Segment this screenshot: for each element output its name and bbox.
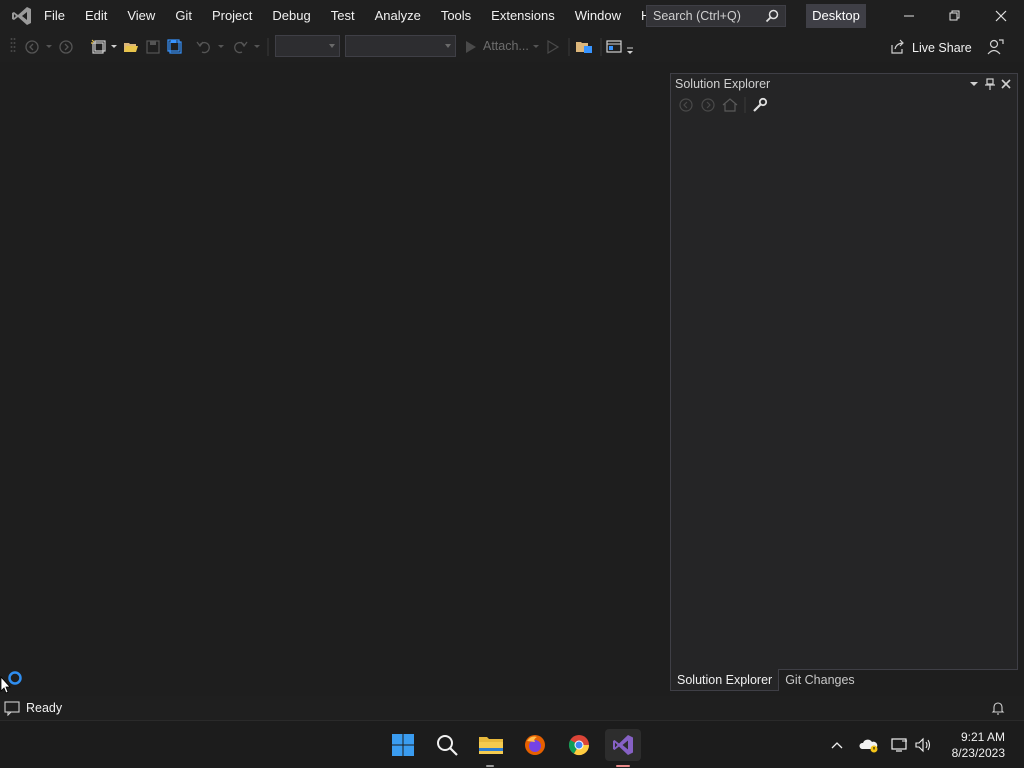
taskbar: 9:21 AM 8/23/2023 bbox=[0, 720, 1024, 768]
back-icon[interactable] bbox=[677, 96, 695, 119]
firefox-icon[interactable] bbox=[519, 729, 551, 761]
system-clock[interactable]: 9:21 AM 8/23/2023 bbox=[952, 729, 1005, 761]
minimize-icon[interactable] bbox=[886, 0, 932, 32]
back-navigate-icon[interactable] bbox=[22, 38, 42, 56]
chevron-down-icon bbox=[329, 44, 335, 48]
start-without-debugging-icon[interactable] bbox=[544, 38, 562, 56]
save-icon[interactable] bbox=[143, 38, 163, 56]
attach-dropdown-icon[interactable] bbox=[531, 38, 541, 56]
menu-debug[interactable]: Debug bbox=[262, 0, 320, 32]
forward-navigate-icon[interactable] bbox=[56, 38, 76, 56]
volume-icon[interactable] bbox=[914, 735, 934, 755]
menu-bar: File Edit View Git Project Debug Test An… bbox=[44, 0, 678, 32]
menu-edit[interactable]: Edit bbox=[75, 0, 117, 32]
taskbar-search-icon[interactable] bbox=[431, 729, 463, 761]
chevron-down-icon bbox=[445, 44, 451, 48]
feedback-person-icon[interactable] bbox=[986, 38, 1006, 56]
close-icon[interactable] bbox=[978, 0, 1024, 32]
desktop-badge[interactable]: Desktop bbox=[806, 4, 866, 28]
properties-wrench-icon[interactable] bbox=[751, 96, 769, 119]
tab-git-changes[interactable]: Git Changes bbox=[779, 669, 860, 691]
notifications-bell-icon[interactable] bbox=[990, 700, 1006, 716]
output-window-icon[interactable] bbox=[4, 700, 20, 716]
toolbar-separator bbox=[743, 96, 747, 119]
show-hidden-icons-chevron-icon[interactable] bbox=[827, 735, 847, 755]
toolbar-separator bbox=[568, 38, 570, 56]
clock-time: 9:21 AM bbox=[960, 730, 1005, 744]
menu-file[interactable]: File bbox=[44, 0, 75, 32]
new-project-dropdown-icon[interactable] bbox=[109, 38, 119, 56]
solution-explorer-panel: Solution Explorer bbox=[670, 73, 1018, 670]
menu-extensions[interactable]: Extensions bbox=[481, 0, 565, 32]
mouse-cursor-icon bbox=[0, 675, 12, 694]
solution-configuration-dropdown[interactable] bbox=[275, 35, 340, 57]
pin-icon[interactable] bbox=[983, 77, 997, 91]
share-icon bbox=[890, 39, 906, 58]
editor-area[interactable] bbox=[0, 62, 668, 696]
status-bar: Ready bbox=[0, 696, 1024, 720]
visual-studio-logo-icon bbox=[0, 0, 44, 32]
windows-start-icon[interactable] bbox=[387, 729, 419, 761]
menu-analyze[interactable]: Analyze bbox=[365, 0, 431, 32]
chrome-icon[interactable] bbox=[563, 729, 595, 761]
file-explorer-icon[interactable] bbox=[475, 729, 507, 761]
redo-icon[interactable] bbox=[230, 38, 250, 56]
onedrive-warning-icon[interactable] bbox=[859, 735, 879, 755]
forward-icon[interactable] bbox=[699, 96, 717, 119]
solution-explorer-header: Solution Explorer bbox=[671, 74, 1017, 94]
visual-studio-taskbar-icon[interactable] bbox=[605, 729, 641, 761]
open-folder-in-explorer-icon[interactable] bbox=[574, 38, 594, 56]
menu-view[interactable]: View bbox=[117, 0, 165, 32]
running-indicator bbox=[486, 765, 494, 767]
tool-window-tabs: Solution Explorer Git Changes bbox=[670, 669, 861, 691]
redo-dropdown-icon[interactable] bbox=[252, 38, 262, 56]
menu-git[interactable]: Git bbox=[165, 0, 202, 32]
title-bar: File Edit View Git Project Debug Test An… bbox=[0, 0, 1024, 32]
menu-tools[interactable]: Tools bbox=[431, 0, 481, 32]
save-all-icon[interactable] bbox=[165, 38, 185, 56]
attach-button-label[interactable]: Attach... bbox=[483, 39, 529, 53]
solution-platform-dropdown[interactable] bbox=[345, 35, 456, 57]
toolbar-separator bbox=[600, 38, 602, 56]
new-project-icon[interactable] bbox=[88, 38, 108, 56]
network-icon[interactable] bbox=[890, 735, 910, 755]
search-icon[interactable] bbox=[765, 9, 779, 26]
restore-icon[interactable] bbox=[932, 0, 978, 32]
tab-solution-explorer[interactable]: Solution Explorer bbox=[670, 669, 780, 691]
toolbar-separator bbox=[267, 38, 269, 56]
menu-test[interactable]: Test bbox=[321, 0, 365, 32]
start-debug-icon[interactable] bbox=[463, 38, 479, 56]
open-folder-icon[interactable] bbox=[121, 38, 141, 56]
undo-dropdown-icon[interactable] bbox=[216, 38, 226, 56]
status-text: Ready bbox=[26, 701, 63, 715]
live-share-label: Live Share bbox=[912, 41, 972, 55]
toolbar-overflow-icon[interactable] bbox=[625, 42, 635, 60]
search-input[interactable]: Search (Ctrl+Q) bbox=[646, 5, 786, 27]
window-layout-icon[interactable] bbox=[605, 38, 623, 56]
solution-explorer-title: Solution Explorer bbox=[675, 77, 771, 91]
menu-window[interactable]: Window bbox=[565, 0, 631, 32]
live-share-button[interactable]: Live Share bbox=[890, 38, 972, 58]
solution-explorer-toolbar bbox=[671, 94, 1017, 120]
search-placeholder: Search (Ctrl+Q) bbox=[653, 9, 741, 23]
close-panel-icon[interactable] bbox=[999, 77, 1013, 91]
clock-date: 8/23/2023 bbox=[951, 746, 1005, 760]
undo-icon[interactable] bbox=[194, 38, 214, 56]
home-icon[interactable] bbox=[721, 96, 739, 119]
toolbar-grip-icon[interactable] bbox=[10, 37, 16, 55]
window-position-dropdown-icon[interactable] bbox=[967, 77, 981, 91]
back-dropdown-icon[interactable] bbox=[44, 38, 54, 56]
active-indicator bbox=[616, 765, 630, 767]
menu-project[interactable]: Project bbox=[202, 0, 262, 32]
